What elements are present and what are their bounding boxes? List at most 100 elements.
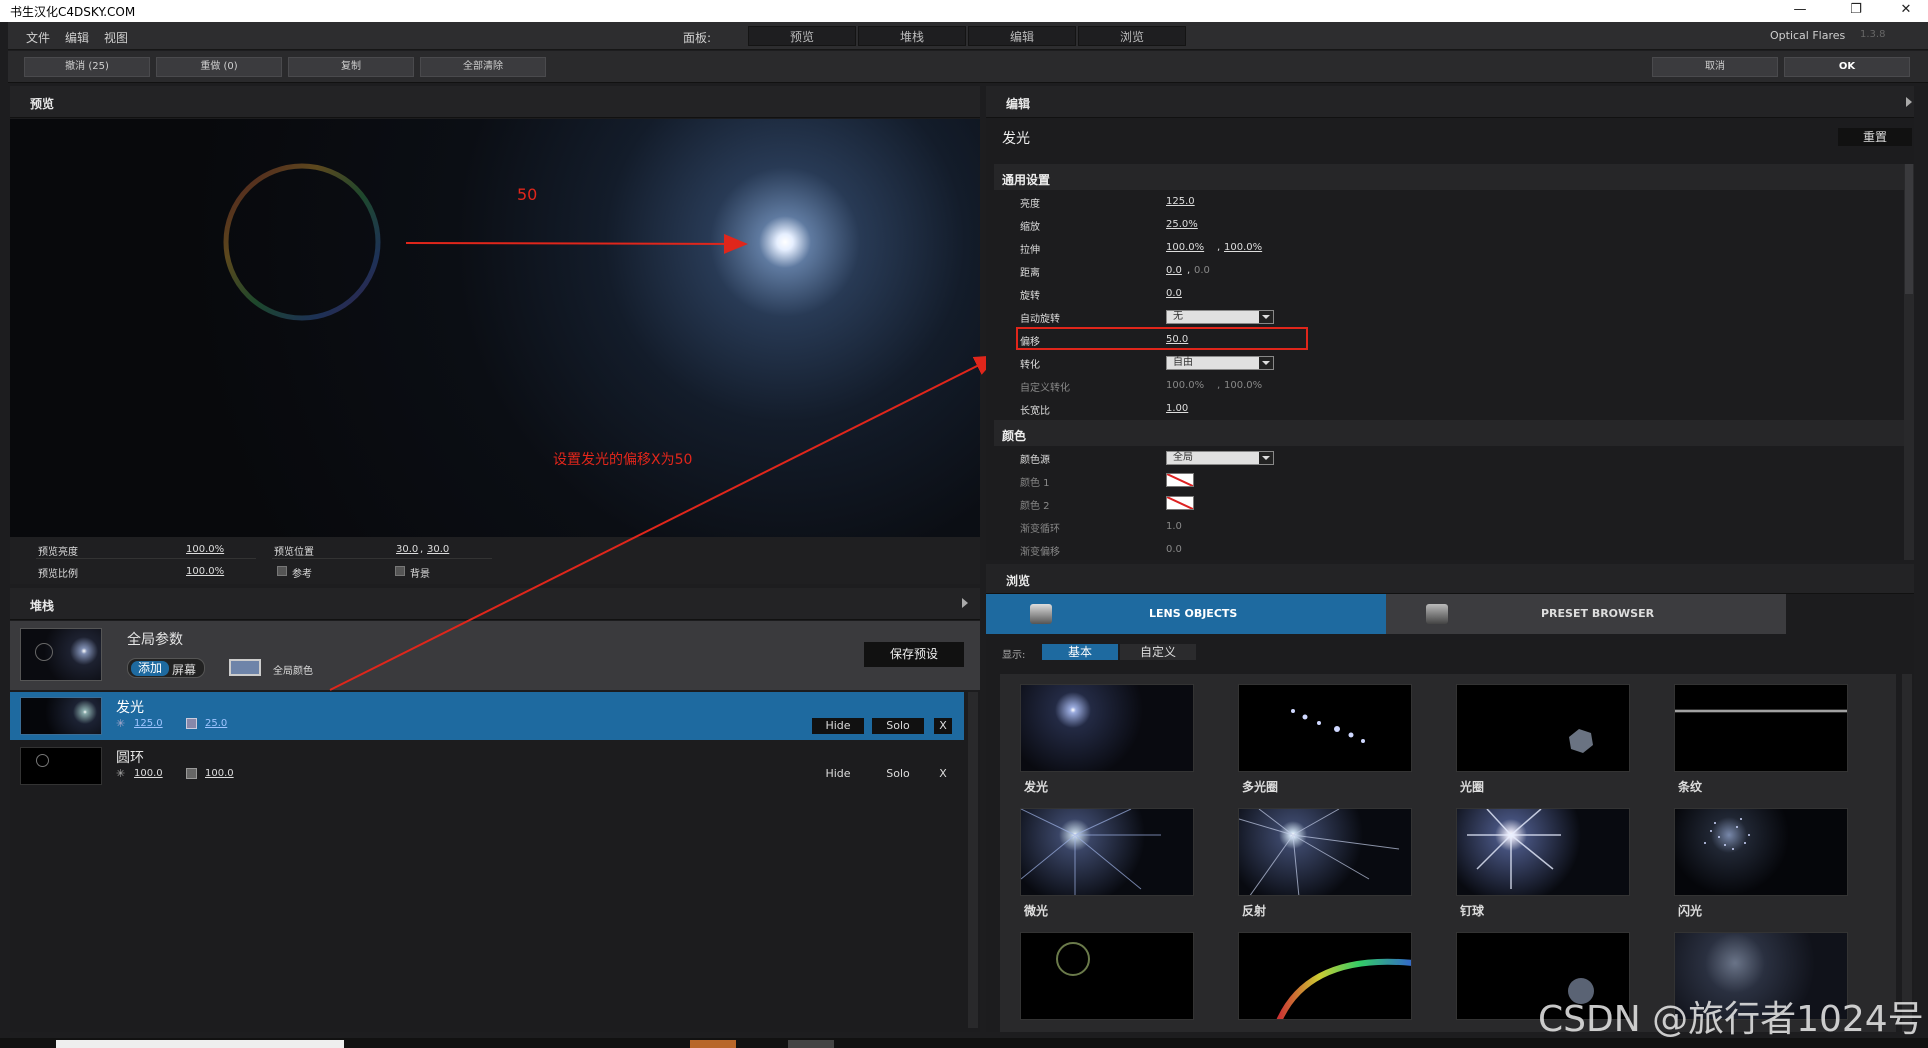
scale-value[interactable]: 25.0% <box>1166 219 1198 230</box>
global-title: 全局参数 <box>127 632 183 648</box>
color2-label: 颜色 2 <box>1020 501 1050 512</box>
show-basic-tab[interactable]: 基本 <box>1042 644 1118 660</box>
stack-scrollbar[interactable] <box>968 692 978 1028</box>
redo-button[interactable]: 重做 (0) <box>156 57 282 77</box>
ok-button[interactable]: OK <box>1784 57 1910 77</box>
color-source-value: 全局 <box>1173 452 1193 463</box>
chevron-down-icon <box>1262 456 1270 460</box>
editor-title: 编辑 <box>1006 97 1031 111</box>
browser-scrollbar[interactable] <box>1902 674 1912 1032</box>
cancel-button[interactable]: 取消 <box>1652 57 1778 77</box>
solo-button[interactable]: Solo <box>872 766 924 782</box>
editor-expand-icon[interactable] <box>1906 97 1912 107</box>
tab-lens-objects[interactable]: LENS OBJECTS <box>986 594 1386 634</box>
menu-view[interactable]: 视图 <box>104 29 128 46</box>
remove-button[interactable]: X <box>934 718 952 734</box>
brightness-value[interactable]: 125.0 <box>1166 196 1195 207</box>
preview-position-x[interactable]: 30.0 <box>396 544 418 555</box>
blend-mode-toggle[interactable]: 添加 屏幕 <box>127 658 205 678</box>
stack-item-scale[interactable]: 100.0 <box>205 768 234 779</box>
close-button[interactable]: ✕ <box>1886 2 1926 17</box>
save-preset-button[interactable]: 保存预设 <box>864 642 964 667</box>
lens-thumb-multi-iris[interactable] <box>1238 684 1412 772</box>
global-color-label: 全局颜色 <box>273 666 313 677</box>
panel-label: 面板: <box>683 31 712 45</box>
color1-swatch[interactable] <box>1166 473 1194 487</box>
global-color-swatch[interactable] <box>229 659 261 676</box>
color-section[interactable]: 颜色 <box>994 420 1906 446</box>
hide-button[interactable]: Hide <box>812 766 864 782</box>
general-section[interactable]: 通用设置 <box>994 164 1906 190</box>
menu-file[interactable]: 文件 <box>26 29 50 46</box>
lens-thumb-rainbow[interactable] <box>1238 932 1412 1020</box>
show-custom-tab[interactable]: 自定义 <box>1120 644 1196 660</box>
annotation-arrow <box>405 233 748 254</box>
editor-header: 编辑 <box>986 86 1914 118</box>
panel-tab-stack[interactable]: 堆栈 <box>858 26 966 46</box>
panel-tab-browse[interactable]: 浏览 <box>1078 26 1186 46</box>
tab-lens-label: LENS OBJECTS <box>1149 607 1238 620</box>
stretch-x[interactable]: 100.0% <box>1166 242 1204 253</box>
reference-checkbox[interactable] <box>277 566 287 576</box>
solo-button[interactable]: Solo <box>872 718 924 734</box>
panel-tab-edit[interactable]: 编辑 <box>968 26 1076 46</box>
offset-label: 偏移 <box>1020 337 1040 348</box>
lens-thumb-spike-ball[interactable] <box>1456 808 1630 896</box>
toolbar: 撤消 (25) 重做 (0) 复制 全部清除 取消 OK <box>8 51 1928 83</box>
minimize-button[interactable]: — <box>1780 2 1820 17</box>
rotate-value[interactable]: 0.0 <box>1166 288 1182 299</box>
stretch-y[interactable]: 100.0% <box>1224 242 1262 253</box>
aspect-value[interactable]: 1.00 <box>1166 403 1188 414</box>
custom-transform-y: 100.0% <box>1224 380 1263 391</box>
menu-edit[interactable]: 编辑 <box>65 29 89 46</box>
stack-expand-icon[interactable] <box>962 598 968 608</box>
preview-settings: 预览亮度 100.0% 预览比例 100.0% 预览位置 30.0 , 30.0… <box>10 537 980 584</box>
lens-thumb-reflection[interactable] <box>1238 808 1412 896</box>
transform-dropdown[interactable]: 自由 <box>1166 356 1274 370</box>
color-fields: 颜色源 全局 颜色 1 颜色 2 渐变循环 1.0 渐变偏移 0.0 <box>994 446 1906 560</box>
lens-thumb-ring[interactable] <box>1020 932 1194 1020</box>
preview-scale-value[interactable]: 100.0% <box>186 566 224 577</box>
stack-item-name: 发光 <box>116 700 144 716</box>
color2-swatch[interactable] <box>1166 496 1194 510</box>
preview-viewport[interactable]: 50 设置发光的偏移X为50 <box>10 119 980 537</box>
custom-transform-x: 100.0% <box>1166 380 1205 391</box>
hide-button[interactable]: Hide <box>812 718 864 734</box>
auto-rotate-dropdown[interactable]: 无 <box>1166 310 1274 324</box>
preview-title: 预览 <box>30 97 55 111</box>
lens-thumb-iris[interactable] <box>1456 684 1630 772</box>
undo-button[interactable]: 撤消 (25) <box>24 57 150 77</box>
reset-button[interactable]: 重置 <box>1838 128 1912 146</box>
preview-graphics <box>223 163 748 321</box>
restore-button[interactable]: ❐ <box>1836 2 1876 17</box>
blend-screen[interactable]: 屏幕 <box>172 661 196 678</box>
stack-item-scale[interactable]: 25.0 <box>205 718 227 729</box>
preview-brightness-value[interactable]: 100.0% <box>186 544 224 555</box>
tab-preset-browser[interactable]: PRESET BROWSER <box>1386 594 1786 634</box>
stack-item-brightness[interactable]: 100.0 <box>134 768 163 779</box>
lens-thumb-shimmer[interactable] <box>1020 808 1194 896</box>
preview-position-label: 预览位置 <box>274 547 314 558</box>
editor-scrollbar[interactable] <box>1904 164 1914 560</box>
stack-item-glow[interactable]: 发光 ✳ 125.0 25.0 Hide Solo X <box>10 692 964 740</box>
gradient-loop-label: 渐变循环 <box>1020 524 1060 535</box>
background-checkbox[interactable] <box>395 566 405 576</box>
preview-position-y[interactable]: 30.0 <box>427 544 449 555</box>
panel-tab-preview[interactable]: 预览 <box>748 26 856 46</box>
distance-x[interactable]: 0.0 <box>1166 265 1182 276</box>
color-source-dropdown[interactable]: 全局 <box>1166 451 1274 465</box>
blend-add[interactable]: 添加 <box>131 661 169 676</box>
global-params-row[interactable]: 全局参数 添加 屏幕 全局颜色 保存预设 <box>10 621 980 690</box>
distance-y[interactable]: 0.0 <box>1194 265 1210 276</box>
stack-item-ring[interactable]: 圆环 ✳ 100.0 100.0 Hide Solo X <box>10 742 964 788</box>
glow-thumbnail <box>20 697 102 735</box>
stack-item-brightness[interactable]: 125.0 <box>134 718 163 729</box>
offset-value[interactable]: 50.0 <box>1166 334 1188 345</box>
copy-button[interactable]: 复制 <box>288 57 414 77</box>
lens-thumb-streak[interactable] <box>1674 684 1848 772</box>
clear-all-button[interactable]: 全部清除 <box>420 57 546 77</box>
lens-thumb-glow[interactable] <box>1020 684 1194 772</box>
brightness-label: 亮度 <box>1020 199 1040 210</box>
remove-button[interactable]: X <box>934 766 952 782</box>
lens-thumb-sparkle[interactable] <box>1674 808 1848 896</box>
